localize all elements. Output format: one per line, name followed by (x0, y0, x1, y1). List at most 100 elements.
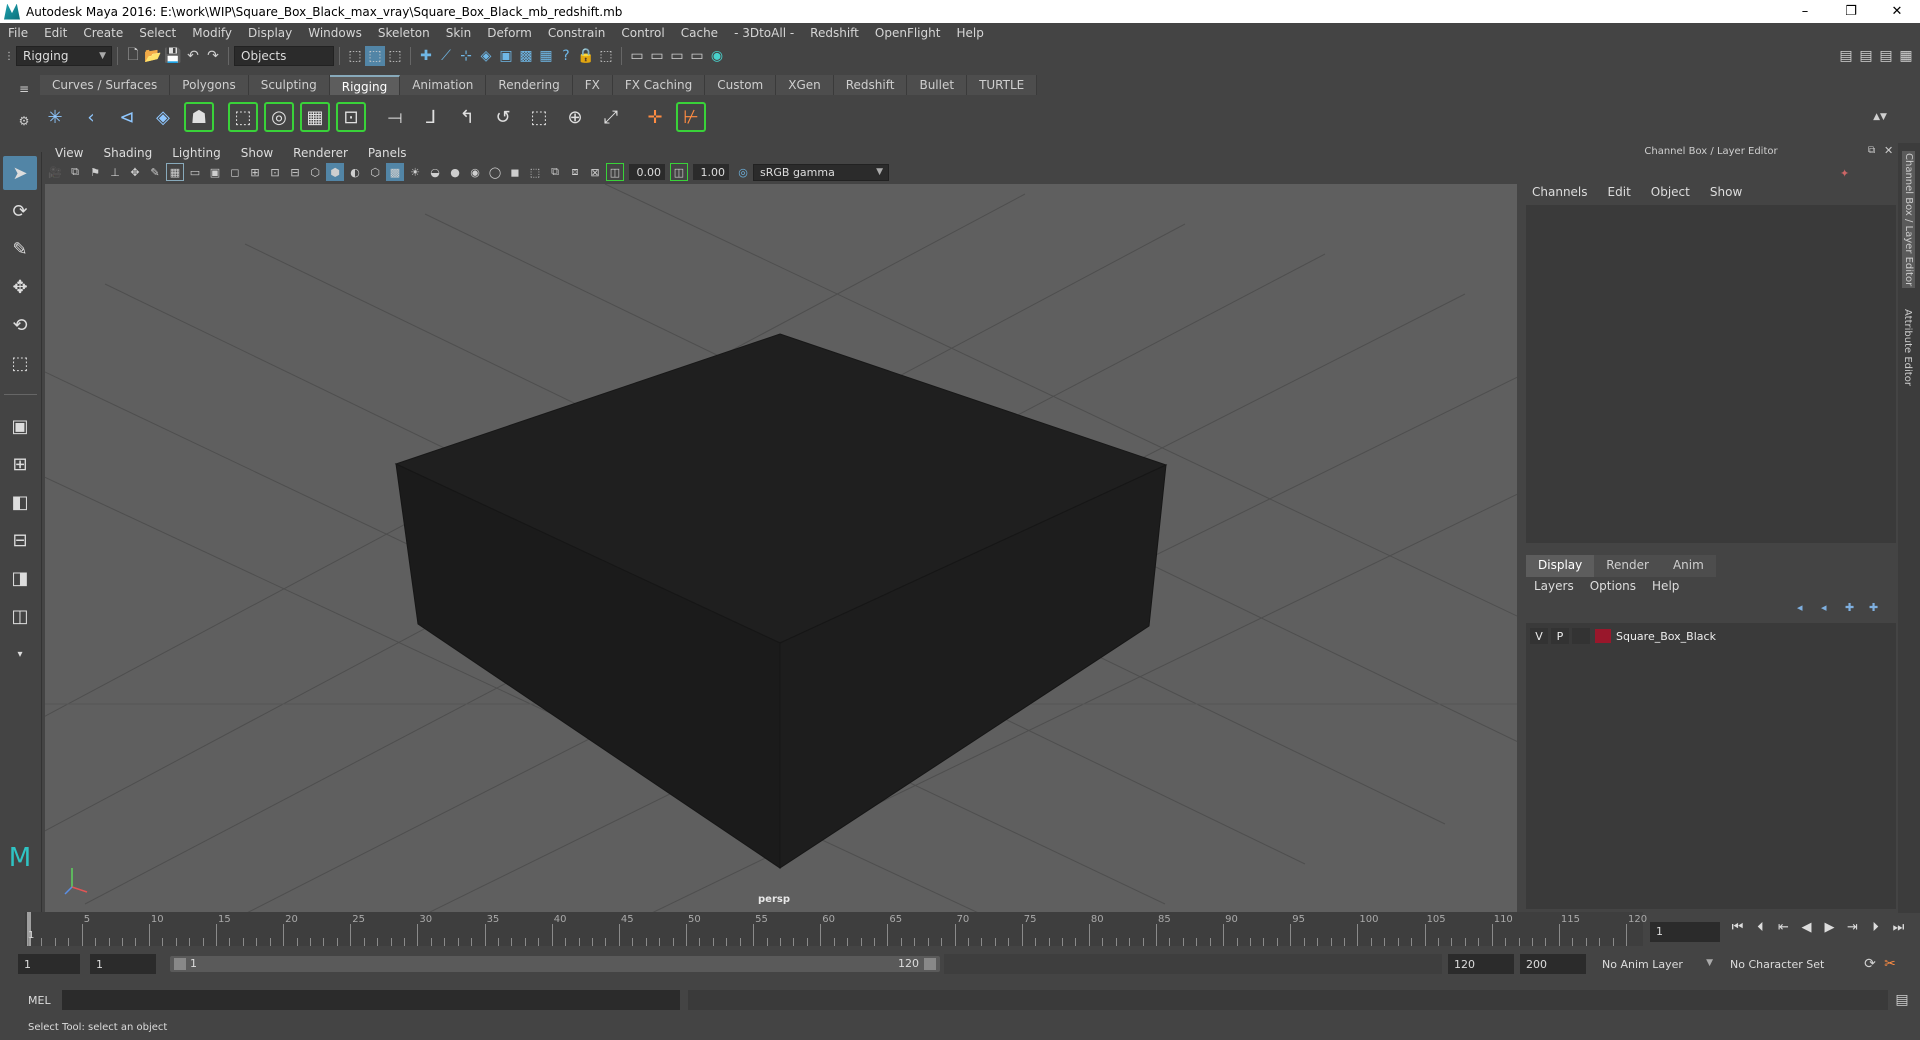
redshift-render-icon[interactable]: ◉ (707, 46, 727, 66)
screen-space-ao-icon[interactable]: ● (446, 163, 464, 181)
select-tool-icon[interactable]: ➤ (3, 156, 37, 190)
input-icon[interactable]: ? (556, 46, 576, 66)
ik-handle-icon[interactable]: ⟞ (380, 102, 410, 132)
lasso-tool-icon[interactable]: ⟳ (3, 194, 37, 228)
camera-icon[interactable]: 🎥 (46, 163, 64, 181)
tab-render[interactable]: Render (1594, 555, 1661, 577)
tab-sculpting[interactable]: Sculpting (248, 75, 330, 95)
undo-icon[interactable]: ↶ (183, 46, 203, 66)
xray-icon[interactable]: ⧉ (546, 163, 564, 181)
play-backward-icon[interactable]: ◀ (1795, 920, 1818, 935)
persp-graph-layout-icon[interactable]: ⊟ (3, 523, 37, 557)
layer-name[interactable]: Square_Box_Black (1616, 630, 1716, 643)
tab-redshift[interactable]: Redshift (833, 75, 908, 95)
ik-spline-icon[interactable]: ⅃ (416, 102, 446, 132)
tab-turtle[interactable]: TURTLE (967, 75, 1038, 95)
show-menu[interactable]: Show (1700, 185, 1752, 205)
options-menu[interactable]: Options (1582, 579, 1644, 599)
menu-edit[interactable]: Edit (36, 26, 75, 40)
perspective-viewport[interactable]: persp (45, 184, 1517, 912)
menu-help[interactable]: Help (948, 26, 991, 40)
tab-curves-surfaces[interactable]: Curves / Surfaces (40, 75, 171, 95)
grease-pencil-icon[interactable]: ✎ (146, 163, 164, 181)
menuset-dropdown[interactable]: Rigging ▼ (16, 46, 112, 66)
viewport-menu-renderer[interactable]: Renderer (283, 146, 358, 160)
help-menu[interactable]: Help (1644, 579, 1687, 599)
point-constraint-icon[interactable]: ✛ (640, 102, 670, 132)
multisample-aa-icon[interactable]: ◯ (486, 163, 504, 181)
insert-joint-icon[interactable]: ‹ (76, 102, 106, 132)
step-back-key-icon[interactable]: ⇤ (1772, 920, 1795, 935)
step-forward-frame-icon[interactable]: ⏵ (1864, 920, 1887, 935)
layers-menu[interactable]: Layers (1526, 579, 1582, 599)
menu-redshift[interactable]: Redshift (802, 26, 867, 40)
menu-constrain[interactable]: Constrain (540, 26, 614, 40)
persp-hypershade-layout-icon[interactable]: ◨ (3, 561, 37, 595)
script-editor-icon[interactable]: ▤ (1892, 990, 1912, 1010)
gate-mask-icon[interactable]: ◻ (226, 163, 244, 181)
paint-select-tool-icon[interactable]: ✎ (3, 232, 37, 266)
menu-modify[interactable]: Modify (184, 26, 240, 40)
close-panel-icon[interactable]: ✕ (1884, 144, 1893, 157)
tab-anim[interactable]: Anim (1660, 555, 1716, 577)
open-scene-icon[interactable]: 📂 (143, 46, 163, 66)
textured-icon[interactable]: ▩ (386, 163, 404, 181)
color-management-icon[interactable]: ◎ (734, 163, 752, 181)
menu-skeleton[interactable]: Skeleton (370, 26, 438, 40)
bind-skin-icon[interactable]: ⬚ (228, 102, 258, 132)
menu-select[interactable]: Select (131, 26, 184, 40)
menu-windows[interactable]: Windows (300, 26, 370, 40)
range-start-handle[interactable] (174, 958, 186, 970)
history-icon[interactable]: ▦ (536, 46, 556, 66)
render-settings-icon[interactable]: ▭ (667, 46, 687, 66)
layer-row[interactable]: V P Square_Box_Black (1530, 627, 1892, 645)
xray-active-icon[interactable]: ⧈ (566, 163, 584, 181)
wireframe-icon[interactable]: ⬡ (306, 163, 324, 181)
tab-xgen[interactable]: XGen (776, 75, 834, 95)
snap-view-plane-icon[interactable]: ◈ (476, 46, 496, 66)
scale-tool-icon[interactable]: ⬚ (3, 346, 37, 380)
tab-custom[interactable]: Custom (705, 75, 777, 95)
menu-deform[interactable]: Deform (479, 26, 540, 40)
new-layer-icon[interactable]: ✚ (1845, 601, 1869, 614)
go-to-start-icon[interactable]: ⏮ (1726, 920, 1749, 935)
menu-create[interactable]: Create (75, 26, 131, 40)
hypershade-icon[interactable]: ▭ (687, 46, 707, 66)
mirror-joint-icon[interactable]: ⊲ (112, 102, 142, 132)
four-view-layout-icon[interactable]: ⊞ (3, 447, 37, 481)
side-tab-attribute-editor[interactable]: Attribute Editor (1902, 309, 1913, 386)
menu-display[interactable]: Display (240, 26, 300, 40)
command-language-label[interactable]: MEL (0, 994, 58, 1007)
create-joints-icon[interactable]: ✳ (40, 102, 70, 132)
locator-icon[interactable]: ⊕ (560, 102, 590, 132)
viewport-menu-panels[interactable]: Panels (358, 146, 417, 160)
move-tool-icon[interactable]: ✥ (3, 270, 37, 304)
film-gate-icon[interactable]: ▭ (186, 163, 204, 181)
menu-control[interactable]: Control (613, 26, 672, 40)
resolution-gate-icon[interactable]: ▣ (206, 163, 224, 181)
orient-joint-icon[interactable]: ◈ (148, 102, 178, 132)
viewport-menu-view[interactable]: View (45, 146, 93, 160)
tab-rendering[interactable]: Rendering (486, 75, 573, 95)
shadows-icon[interactable]: ◒ (426, 163, 444, 181)
range-end-handle[interactable] (924, 958, 936, 970)
image-plane-icon[interactable]: ⊥ (106, 163, 124, 181)
wire-icon[interactable]: ↺ (488, 102, 518, 132)
tab-animation[interactable]: Animation (400, 75, 487, 95)
snap-curve-icon[interactable]: ⟋ (436, 46, 456, 66)
menu-file[interactable]: File (0, 26, 36, 40)
channel-box-area[interactable] (1526, 205, 1896, 543)
menu-skin[interactable]: Skin (438, 26, 480, 40)
persp-uv-layout-icon[interactable]: ◫ (3, 599, 37, 633)
step-forward-key-icon[interactable]: ⇥ (1841, 920, 1864, 935)
maximize-button[interactable]: ❐ (1828, 4, 1874, 19)
command-input[interactable] (62, 990, 680, 1010)
wireframe-on-shaded-icon[interactable]: ⬡ (366, 163, 384, 181)
view-transform-dropdown[interactable]: sRGB gamma ▼ (753, 163, 889, 181)
select-object-icon[interactable]: ⬚ (365, 46, 385, 66)
cluster-icon[interactable]: ⊡ (336, 102, 366, 132)
shelf-settings-icon[interactable]: ⚙ (14, 111, 34, 131)
exposure-icon[interactable]: ◫ (606, 163, 624, 181)
playback-start-field[interactable]: 1 (90, 954, 156, 974)
square-box-black-mesh[interactable] (394, 333, 1168, 869)
